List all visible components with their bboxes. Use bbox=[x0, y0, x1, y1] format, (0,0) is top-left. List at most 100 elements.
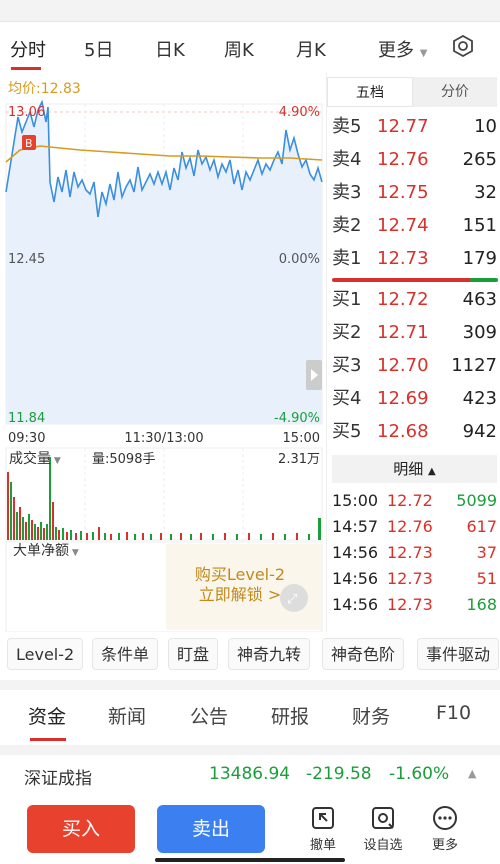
price-low-label: 11.84 bbox=[8, 411, 45, 426]
tab-research[interactable]: 研报 bbox=[271, 702, 309, 729]
chip-magic-nine[interactable]: 神奇九转 bbox=[228, 638, 311, 670]
tab-announcements[interactable]: 公告 bbox=[190, 702, 228, 729]
trade-tick-row: 14:56 12.73 168 bbox=[332, 592, 497, 618]
tab-price-distribution[interactable]: 分价 bbox=[413, 77, 497, 107]
bid-row[interactable]: 买2 12.71 309 bbox=[332, 317, 497, 349]
tick-volume: 5099 bbox=[456, 491, 497, 510]
bid-price: 12.68 bbox=[377, 421, 429, 442]
ask-row[interactable]: 卖3 12.75 32 bbox=[332, 177, 497, 209]
promo-line2: 立即解锁 > bbox=[198, 585, 282, 604]
status-strip bbox=[0, 0, 500, 22]
ask-row[interactable]: 卖5 12.77 10 bbox=[332, 111, 497, 143]
tick-time: 14:56 bbox=[332, 543, 379, 562]
bigorder-dropdown[interactable]: 大单净额 ▼ bbox=[13, 540, 79, 560]
index-pct: -1.60% bbox=[389, 764, 450, 784]
cancel-order-button[interactable]: 撤单 bbox=[298, 805, 348, 853]
bid-row[interactable]: 买4 12.69 423 bbox=[332, 383, 497, 415]
ask-price: 12.74 bbox=[377, 215, 429, 236]
tab-weekly-k[interactable]: 周K bbox=[224, 36, 254, 62]
chip-level2[interactable]: Level-2 bbox=[7, 638, 84, 670]
cancel-order-icon bbox=[312, 807, 334, 829]
ask-volume: 151 bbox=[462, 215, 497, 236]
tick-price: 12.76 bbox=[387, 517, 433, 536]
chip-watch[interactable]: 盯盘 bbox=[168, 638, 219, 670]
ask-row[interactable]: 卖4 12.76 265 bbox=[332, 144, 497, 176]
order-book-panel: 五档 分价 卖5 12.77 10 卖4 12.76 265 卖3 12.75 32 卖2 1… bbox=[326, 72, 500, 632]
tab-capital[interactable]: 资金 bbox=[28, 702, 66, 729]
trade-tick-row: 14:56 12.73 37 bbox=[332, 540, 497, 566]
ask-row[interactable]: 卖2 12.74 151 bbox=[332, 210, 497, 242]
index-change: -219.58 bbox=[306, 764, 372, 784]
caret-down-icon: ▼ bbox=[69, 548, 79, 558]
bid-price: 12.72 bbox=[377, 289, 429, 310]
ask-volume: 10 bbox=[474, 116, 497, 137]
trade-detail-header[interactable]: 明细 ▲ bbox=[332, 455, 497, 483]
ask-label: 卖3 bbox=[332, 182, 362, 203]
ask-price: 12.76 bbox=[377, 149, 429, 170]
bid-price: 12.69 bbox=[377, 388, 429, 409]
add-watchlist-label: 设自选 bbox=[363, 838, 403, 853]
tab-monthly-k[interactable]: 月K bbox=[296, 36, 326, 62]
bigorder-dropdown-label: 大单净额 bbox=[13, 543, 69, 559]
ask-label: 卖5 bbox=[332, 116, 362, 137]
tab-5day[interactable]: 5日 bbox=[84, 36, 113, 62]
intraday-chart[interactable]: B 13.06 4.90% 12.45 0.00% 11.84 -4.90% 0… bbox=[0, 72, 326, 633]
ask-label: 卖4 bbox=[332, 149, 362, 170]
active-tab-indicator bbox=[11, 67, 41, 70]
pct-low-label: -4.90% bbox=[274, 411, 320, 426]
pct-high-label: 4.90% bbox=[279, 105, 320, 120]
more-icon bbox=[433, 806, 457, 830]
volume-dropdown[interactable]: 成交量 ▼ bbox=[9, 448, 61, 468]
tick-price: 12.73 bbox=[387, 543, 433, 562]
time-mid-label: 11:30/13:00 bbox=[124, 431, 203, 446]
ask-volume: 179 bbox=[462, 248, 497, 269]
divider bbox=[0, 680, 500, 690]
bid-row[interactable]: 买1 12.72 463 bbox=[332, 284, 497, 316]
tab-f10[interactable]: F10 bbox=[436, 702, 471, 724]
bid-volume: 309 bbox=[462, 322, 497, 343]
tab-intraday[interactable]: 分时 bbox=[10, 36, 46, 62]
tab-news[interactable]: 新闻 bbox=[108, 702, 146, 729]
ask-label: 卖2 bbox=[332, 215, 362, 236]
bid-volume: 463 bbox=[462, 289, 497, 310]
tick-volume: 168 bbox=[466, 595, 497, 614]
tab-more[interactable]: 更多 ▼ bbox=[378, 36, 427, 62]
bid-volume: 1127 bbox=[451, 355, 497, 376]
bid-label: 买2 bbox=[332, 322, 362, 343]
buy-button[interactable]: 买入 bbox=[27, 805, 135, 853]
trade-tick-row: 14:56 12.73 51 bbox=[332, 566, 497, 592]
tick-time: 14:57 bbox=[332, 517, 379, 536]
bid-price: 12.70 bbox=[377, 355, 429, 376]
chip-magic-color[interactable]: 神奇色阶 bbox=[322, 638, 405, 670]
bid-row[interactable]: 买3 12.70 1127 bbox=[332, 350, 497, 382]
ask-label: 卖1 bbox=[332, 248, 362, 269]
tick-price: 12.73 bbox=[387, 569, 433, 588]
chip-event-driven[interactable]: 事件驱动 bbox=[417, 638, 500, 670]
trade-action-bar: 买入 卖出 撤单 设自选 更多 bbox=[0, 795, 500, 864]
ask-volume: 265 bbox=[462, 149, 497, 170]
bid-label: 买4 bbox=[332, 388, 362, 409]
index-name: 深证成指 bbox=[24, 769, 92, 789]
volume-readout: 量:5098手 bbox=[92, 452, 156, 467]
trade-tick-row: 14:57 12.76 617 bbox=[332, 514, 497, 540]
sell-button[interactable]: 卖出 bbox=[157, 805, 265, 853]
tick-volume: 51 bbox=[476, 569, 497, 588]
ask-row[interactable]: 卖1 12.73 179 bbox=[332, 243, 497, 275]
tab-financials[interactable]: 财务 bbox=[352, 702, 390, 729]
more-button[interactable]: 更多 bbox=[420, 805, 470, 853]
index-ticker[interactable]: 深证成指 13486.94 -219.58 -1.60% ▲ bbox=[0, 755, 500, 795]
bid-row[interactable]: 买5 12.68 942 bbox=[332, 416, 497, 448]
order-book-tabs: 五档 分价 bbox=[327, 77, 497, 107]
tab-five-level[interactable]: 五档 bbox=[327, 77, 413, 107]
caret-up-icon: ▲ bbox=[468, 767, 477, 780]
tick-volume: 37 bbox=[476, 543, 497, 562]
add-watchlist-button[interactable]: 设自选 bbox=[358, 805, 408, 853]
settings-icon[interactable] bbox=[452, 35, 474, 57]
info-tabs: 资金 新闻 公告 研报 财务 F10 bbox=[0, 690, 500, 745]
cancel-order-label: 撤单 bbox=[309, 838, 336, 853]
tab-daily-k[interactable]: 日K bbox=[155, 36, 185, 62]
bid-label: 买1 bbox=[332, 289, 362, 310]
time-end-label: 15:00 bbox=[283, 431, 320, 446]
chip-conditional-order[interactable]: 条件单 bbox=[92, 638, 159, 670]
level2-promo[interactable]: 购买Level-2 立即解锁 > bbox=[180, 565, 300, 605]
